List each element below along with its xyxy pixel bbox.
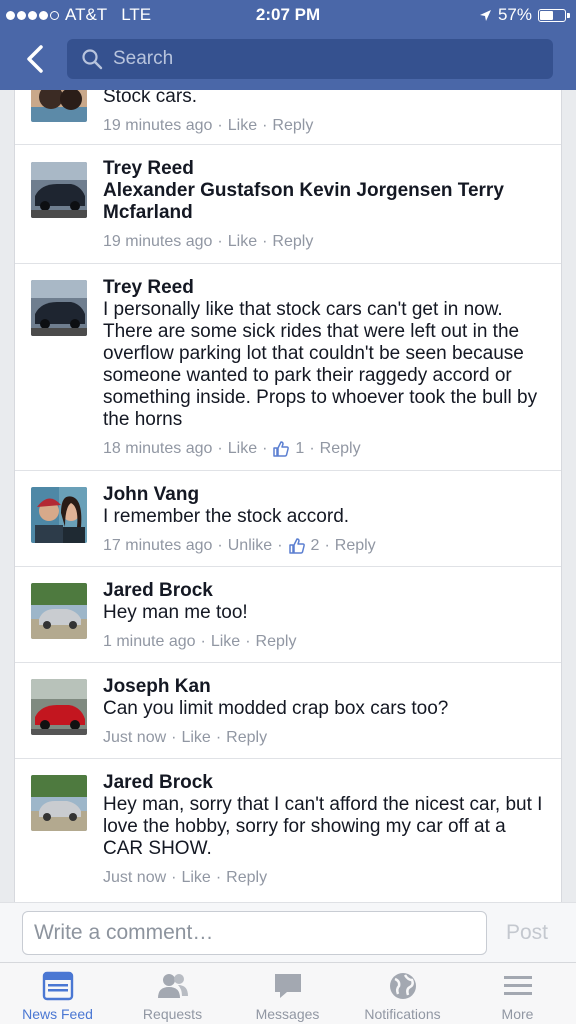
comment-text: Can you limit modded crap box cars too? [103,698,449,719]
commenter-avatar[interactable] [31,280,87,336]
comment-item: Jared Brock Hey man, sorry that I can't … [15,759,561,902]
comment-item: Trey Reed I personally like that stock c… [15,264,561,471]
comment-time: 19 minutes ago [103,233,213,250]
tab-label: More [501,1006,534,1022]
search-icon [82,49,103,70]
comment-meta: Just now · Like · Reply [103,728,268,748]
comment-meta: 18 minutes ago · Like · 1 · Reply [103,439,361,459]
like-link[interactable]: Like [228,439,257,459]
comment-text: Hey man me too! [103,602,248,623]
messages-icon [274,974,301,998]
comment-text: Stock cars. [103,90,197,107]
tab-bar: News Feed Requests Messages Notification… [0,962,576,1024]
location-arrow-icon [479,9,491,21]
comment-meta: 19 minutes ago · Like · Reply [103,116,314,136]
search-placeholder: Search [113,48,174,69]
commenter-name[interactable]: Jared Brock [103,772,549,794]
notifications-icon [389,973,416,999]
thumbs-up-icon [273,441,290,457]
comment-meta: 17 minutes ago · Unlike · 2 · Reply [103,536,376,556]
commenter-name[interactable]: Jared Brock [103,580,549,602]
tab-messages[interactable]: Messages [230,963,345,1024]
top-bar: AT&T LTE 2:07 PM 57% Search [0,0,576,90]
comment-body: Jared Brock Hey man, sorry that I can't … [103,772,549,888]
comment-meta: 1 minute ago · Like · Reply [103,632,297,652]
comment-text: Hey man, sorry that I can't afford the n… [103,794,543,859]
tab-requests[interactable]: Requests [115,963,230,1024]
commenter-avatar[interactable] [31,583,87,639]
news-feed-icon [42,971,73,1001]
tab-more[interactable]: More [460,963,575,1024]
comment-item: Trey Reed Alexander Gustafson Kevin Jorg… [15,145,561,264]
comment-time: 1 minute ago [103,633,196,650]
reply-link[interactable]: Reply [320,439,361,459]
tab-label: Notifications [364,1006,441,1022]
comment-body: Joseph Kan Can you limit modded crap box… [103,676,549,748]
commenter-avatar[interactable] [31,90,87,122]
comment-item: John Vang I remember the stock accord. 1… [15,471,561,567]
unlike-link[interactable]: Unlike [228,536,272,556]
reply-link[interactable]: Reply [335,536,376,556]
comment-time: 18 minutes ago [103,440,213,457]
comment-composer: Write a comment… Post [0,902,576,962]
comment-time: Just now [103,729,167,746]
tab-label: Messages [255,1006,320,1022]
commenter-name[interactable]: John Vang [103,484,549,506]
reply-link[interactable]: Reply [272,116,313,136]
commenter-name[interactable]: Trey Reed [103,277,549,299]
comments-list[interactable]: Stock cars. 19 minutes ago · Like · Reply … [14,90,562,902]
tab-notifications[interactable]: Notifications [345,963,460,1024]
comment-input[interactable]: Write a comment… [22,911,487,955]
commenter-avatar[interactable] [31,162,87,218]
back-chevron-icon[interactable] [22,44,50,74]
like-count[interactable]: 1 [295,439,304,459]
comment-time: 17 minutes ago [103,537,213,554]
comment-item: Joseph Kan Can you limit modded crap box… [15,663,561,759]
like-link[interactable]: Like [211,632,240,652]
thumbs-up-icon [288,538,305,554]
status-right: 57% [479,5,570,25]
battery-percent: 57% [497,5,532,24]
comment-meta: Just now · Like · Reply [103,868,268,888]
comment-item: Jared Brock Hey man me too! 1 minute ago… [15,567,561,663]
reply-link[interactable]: Reply [272,232,313,252]
like-link[interactable]: Like [181,728,210,748]
comment-item: Stock cars. 19 minutes ago · Like · Reply [15,90,561,145]
comment-input-placeholder: Write a comment… [34,921,214,944]
commenter-avatar[interactable] [31,487,87,543]
search-field[interactable]: Search [67,39,553,79]
commenter-avatar[interactable] [31,775,87,831]
comment-text: I personally like that stock cars can't … [103,299,538,430]
tab-news-feed[interactable]: News Feed [0,963,115,1024]
nav-bar: Search [0,36,576,82]
reply-link[interactable]: Reply [226,728,267,748]
comment-body: Stock cars. 19 minutes ago · Like · Reply [103,90,549,136]
like-link[interactable]: Like [181,868,210,888]
like-link[interactable]: Like [228,232,257,252]
reply-link[interactable]: Reply [226,868,267,888]
comment-body: Trey Reed I personally like that stock c… [103,277,549,459]
commenter-name[interactable]: Trey Reed [103,158,549,180]
tab-label: News Feed [22,1006,93,1022]
comment-text: I remember the stock accord. [103,506,350,527]
reply-link[interactable]: Reply [256,632,297,652]
comment-time: 19 minutes ago [103,117,213,134]
comment-body: Trey Reed Alexander Gustafson Kevin Jorg… [103,158,549,252]
more-icon [503,976,532,995]
like-count[interactable]: 2 [311,536,320,556]
status-bar: AT&T LTE 2:07 PM 57% [0,0,576,30]
commenter-avatar[interactable] [31,679,87,735]
like-link[interactable]: Like [228,116,257,136]
comment-time: Just now [103,869,167,886]
comment-text[interactable]: Alexander Gustafson Kevin Jorgensen Terr… [103,180,549,224]
comment-body: Jared Brock Hey man me too! 1 minute ago… [103,580,549,652]
requests-icon [157,974,188,998]
battery-icon [538,8,570,22]
comment-meta: 19 minutes ago · Like · Reply [103,232,314,252]
commenter-name[interactable]: Joseph Kan [103,676,549,698]
tab-label: Requests [142,1006,203,1022]
comment-body: John Vang I remember the stock accord. 1… [103,484,549,556]
post-button[interactable]: Post [506,921,548,945]
